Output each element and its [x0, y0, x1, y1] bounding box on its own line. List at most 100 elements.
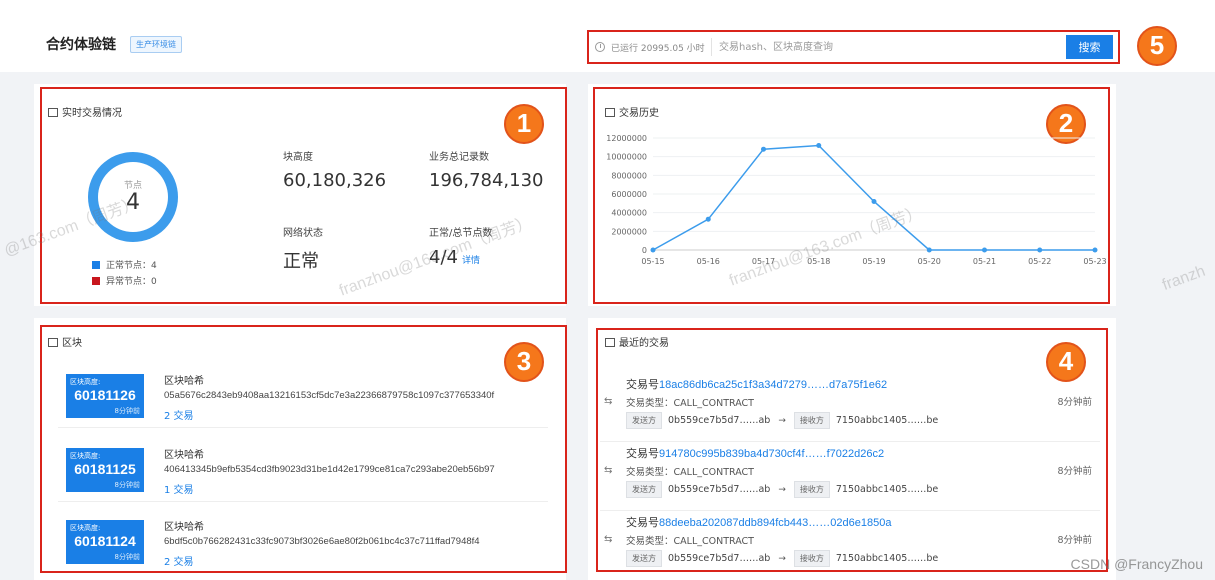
- block-height-label: 块高度: [283, 152, 313, 163]
- y-tick-label: 2000000: [611, 227, 647, 236]
- details-link[interactable]: 详情: [462, 256, 480, 266]
- block-time-ago: 8分钟前: [114, 481, 140, 489]
- block-hash-caption: 区块哈希: [164, 376, 204, 387]
- transfer-icon: ⇆: [604, 396, 613, 407]
- uptime-text: 已运行 20995.05 小时: [611, 44, 705, 54]
- block-height-number: 60181126: [74, 387, 136, 403]
- block-row[interactable]: 区块高度: 60181124 8分钟前 区块哈希 6bdf5c0b7662824…: [58, 510, 548, 574]
- tx-hash-link[interactable]: 18ac86db6ca25c1f3a34d7279……d7a75f1e62: [659, 379, 887, 391]
- block-height-value: 60,180,326: [283, 170, 387, 191]
- y-tick-label: 8000000: [611, 171, 647, 180]
- data-point: [926, 247, 932, 253]
- block-tx-count-link[interactable]: 2 交易: [164, 553, 194, 568]
- arrow-right-icon: →: [778, 485, 786, 495]
- sender-tag: 发送方: [626, 481, 662, 498]
- transaction-row[interactable]: ⇆ 交易号914780c995b839ba4d730cf4f……f7022d26…: [600, 443, 1100, 511]
- donut-value: 4: [126, 190, 140, 215]
- block-height-badge[interactable]: 区块高度: 60181126 8分钟前: [66, 374, 144, 418]
- history-title: 交易历史: [605, 104, 659, 119]
- series-line: [652, 144, 1095, 251]
- watermark: franzh: [1160, 262, 1208, 294]
- tx-addresses: 发送方 0b559ce7b5d7……ab → 接收方 7150abbc1405……be: [626, 550, 938, 567]
- csdn-watermark: CSDN @FrancyZhou: [1070, 556, 1203, 572]
- block-row[interactable]: 区块高度: 60181125 8分钟前 区块哈希 406413345b9efb5…: [58, 438, 548, 502]
- tx-number: 交易号914780c995b839ba4d730cf4f……f7022d26c2: [626, 447, 885, 460]
- bar-chart-icon: [48, 108, 58, 117]
- data-point: [1037, 247, 1043, 253]
- chain-title: 合约体验链: [46, 37, 116, 53]
- total-records-label: 业务总记录数: [429, 152, 489, 163]
- arrow-right-icon: →: [778, 416, 786, 426]
- block-height-caption: 区块高度:: [70, 452, 101, 460]
- data-point: [982, 247, 987, 253]
- legend-abnormal-nodes: 异常节点：0: [92, 274, 157, 287]
- data-point: [871, 198, 877, 204]
- receiver-tag: 接收方: [793, 550, 830, 567]
- tx-hash-link[interactable]: 88deeba202087ddb894fcb443……02d6e1850a: [659, 517, 891, 529]
- transaction-row[interactable]: ⇆ 交易号88deeba202087ddb894fcb443……02d6e185…: [600, 512, 1100, 580]
- normal-node-swatch: [92, 261, 100, 269]
- data-point: [650, 247, 656, 253]
- tx-time-ago: 8分钟前: [1057, 397, 1092, 408]
- block-height-badge[interactable]: 区块高度: 60181124 8分钟前: [66, 520, 144, 564]
- y-tick-label: 10000000: [606, 153, 647, 162]
- receiver-address: 7150abbc1405……be: [835, 553, 939, 564]
- block-hash: 05a5676c2843eb9408aa13216153cf5dc7e3a223…: [164, 390, 495, 401]
- node-count-label: 正常/总节点数: [429, 228, 493, 239]
- receiver-tag: 接收方: [793, 412, 830, 429]
- tx-type: 交易类型：CALL_CONTRACT: [626, 467, 754, 478]
- sender-address: 0b559ce7b5d7……ab: [668, 415, 771, 426]
- data-point: [705, 216, 711, 222]
- annotation-badge-1: 1: [504, 104, 544, 144]
- transaction-row[interactable]: ⇆ 交易号18ac86db6ca25c1f3a34d7279……d7a75f1e…: [600, 374, 1100, 442]
- sender-tag: 发送方: [626, 412, 662, 429]
- x-tick-label: 05-19: [862, 257, 885, 266]
- tx-addresses: 发送方 0b559ce7b5d7……ab → 接收方 7150abbc1405……be: [626, 481, 938, 498]
- tx-type: 交易类型：CALL_CONTRACT: [626, 398, 754, 409]
- x-tick-label: 05-23: [1083, 257, 1106, 266]
- blocks-title: 区块: [48, 334, 82, 349]
- x-tick-label: 05-16: [697, 257, 720, 266]
- transfer-icon: ⇆: [604, 534, 613, 545]
- y-tick-label: 6000000: [611, 190, 647, 199]
- block-tx-count-link[interactable]: 2 交易: [164, 407, 194, 422]
- sender-address: 0b559ce7b5d7……ab: [668, 484, 771, 495]
- y-tick-label: 12000000: [606, 134, 647, 143]
- realtime-title: 实时交易情况: [48, 104, 122, 119]
- history-line-chart: 0 2000000 4000000 6000000 8000000 10000000 120…: [606, 134, 1106, 266]
- x-tick-label: 05-15: [641, 257, 664, 266]
- x-tick-label: 05-22: [1028, 257, 1051, 266]
- env-badge: 生产环境链: [130, 36, 182, 53]
- x-tick-label: 05-21: [973, 257, 996, 266]
- y-tick-label: 0: [642, 246, 647, 255]
- search-separator: [711, 38, 712, 56]
- search-input[interactable]: [719, 37, 1059, 57]
- total-records-value: 196,784,130: [429, 170, 544, 191]
- block-hash: 406413345b9efb5354cd3fb9023d31be1d42e179…: [164, 464, 495, 475]
- node-donut: 节点 4: [88, 152, 178, 242]
- block-tx-count-link[interactable]: 1 交易: [164, 481, 194, 496]
- block-row[interactable]: 区块高度: 60181126 8分钟前 区块哈希 05a5676c2843eb9…: [58, 364, 548, 428]
- block-height-number: 60181125: [74, 461, 136, 477]
- tx-hash-link[interactable]: 914780c995b839ba4d730cf4f……f7022d26c2: [659, 448, 884, 460]
- annotation-badge-5: 5: [1137, 26, 1177, 66]
- y-tick-label: 4000000: [611, 209, 647, 218]
- receipt-icon: [605, 338, 615, 347]
- receiver-address: 7150abbc1405……be: [835, 415, 939, 426]
- clock-icon: [595, 42, 605, 52]
- x-tick-label: 05-20: [918, 257, 941, 266]
- block-height-caption: 区块高度:: [70, 524, 101, 532]
- block-height-caption: 区块高度:: [70, 378, 101, 386]
- sender-address: 0b559ce7b5d7……ab: [668, 553, 771, 564]
- tx-type: 交易类型：CALL_CONTRACT: [626, 536, 754, 547]
- data-point: [1092, 247, 1098, 253]
- block-hash-caption: 区块哈希: [164, 450, 204, 461]
- list-icon: [48, 338, 58, 347]
- search-button[interactable]: 搜索: [1066, 35, 1113, 59]
- block-hash-caption: 区块哈希: [164, 522, 204, 533]
- network-status-label: 网络状态: [283, 228, 323, 239]
- data-point: [761, 146, 766, 152]
- block-hash: 6bdf5c0b766282431c33fc9073bf3026e6ae80f2…: [164, 536, 480, 547]
- block-height-badge[interactable]: 区块高度: 60181125 8分钟前: [66, 448, 144, 492]
- tx-time-ago: 8分钟前: [1057, 466, 1092, 477]
